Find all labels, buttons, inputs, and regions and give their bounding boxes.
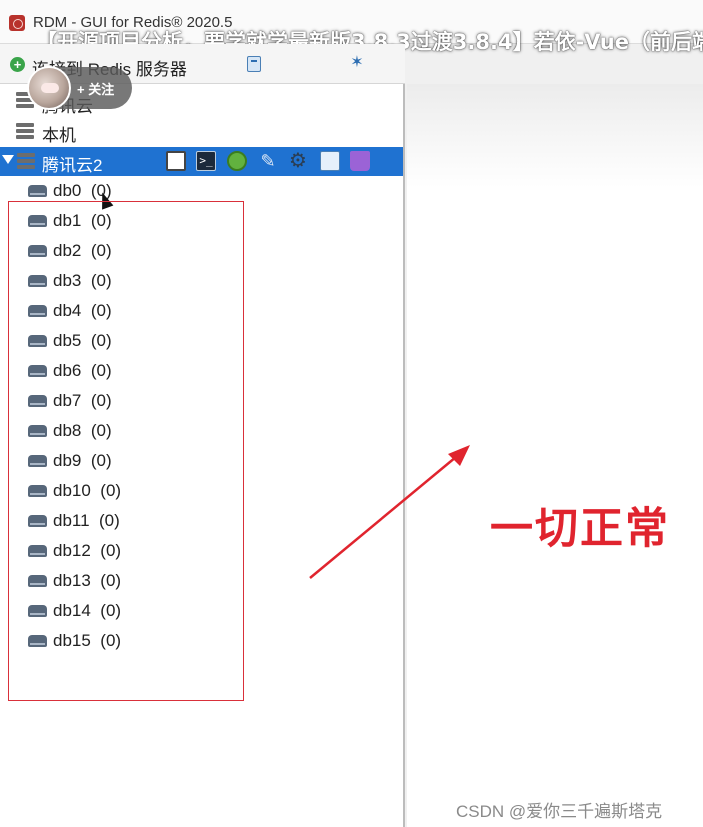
server-icon xyxy=(17,153,35,169)
import-icon[interactable] xyxy=(247,56,261,72)
reload-icon[interactable] xyxy=(227,151,247,171)
plug-icon[interactable]: ✎ xyxy=(258,151,278,171)
add-connection-icon[interactable]: + xyxy=(10,57,25,72)
follow-label[interactable]: + 关注 xyxy=(77,79,114,98)
clipboard-icon[interactable] xyxy=(166,151,186,171)
annotation-arrow xyxy=(309,445,470,579)
delete-icon[interactable] xyxy=(350,151,370,171)
annotation-arrow-line xyxy=(309,451,463,579)
highlight-box xyxy=(8,201,244,701)
redis-logo-icon xyxy=(9,15,25,31)
database-name: db0 xyxy=(53,181,82,200)
watermark: CSDN @爱你三千遍斯塔克 xyxy=(456,802,663,821)
annotation-text: 一切正常 xyxy=(490,504,670,554)
server-icon xyxy=(16,123,34,139)
database-icon xyxy=(28,185,47,197)
settings-star-icon[interactable]: ✶ xyxy=(348,54,366,72)
avatar[interactable] xyxy=(27,66,71,110)
title-bar: RDM - GUI for Redis® 2020.5 【开源项目分析，要学就学… xyxy=(0,0,703,54)
expand-arrow-icon[interactable] xyxy=(2,155,14,164)
annotation-arrow-head xyxy=(448,445,470,466)
gear-icon[interactable]: ⚙ xyxy=(288,151,308,171)
connection-item[interactable]: 本机 xyxy=(42,121,76,146)
console-icon[interactable]: >_ xyxy=(196,151,216,171)
selected-connection-label: 腾讯云2 xyxy=(42,156,103,175)
edit-icon[interactable] xyxy=(320,151,340,171)
